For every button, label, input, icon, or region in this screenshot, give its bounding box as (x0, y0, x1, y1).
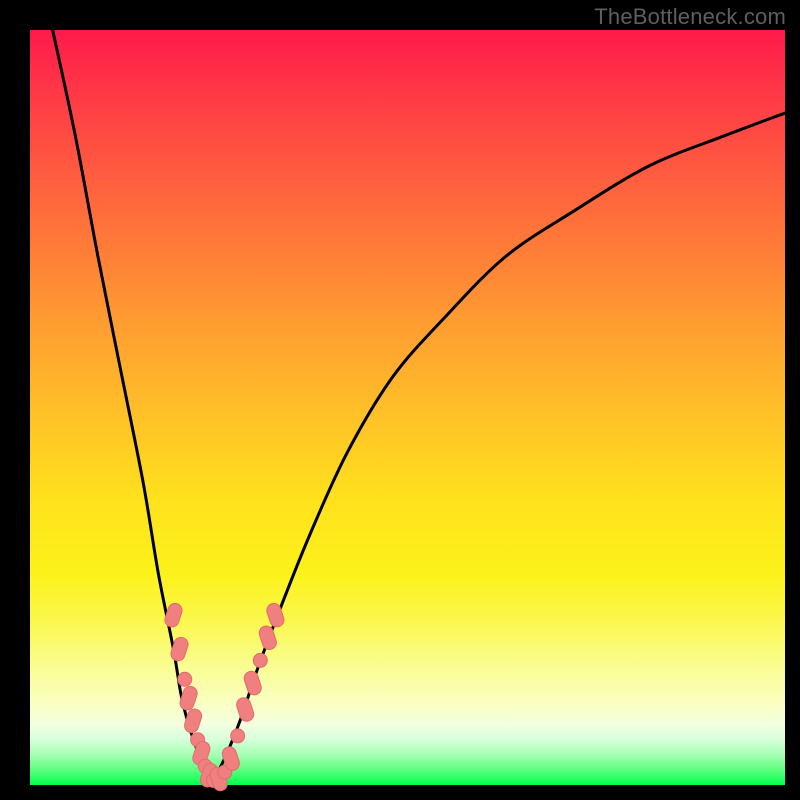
watermark-text: TheBottleneck.com (594, 4, 786, 30)
data-marker (178, 672, 192, 686)
curve-right (211, 113, 785, 785)
data-markers (163, 602, 286, 793)
curve-left (53, 30, 212, 785)
data-marker (231, 729, 245, 743)
data-marker (257, 624, 278, 651)
data-marker (163, 602, 184, 629)
chart-frame: TheBottleneck.com (0, 0, 800, 800)
plot-area (30, 30, 785, 785)
data-marker (253, 653, 267, 667)
data-marker (242, 670, 263, 697)
chart-svg (30, 30, 785, 785)
data-marker (235, 696, 256, 723)
